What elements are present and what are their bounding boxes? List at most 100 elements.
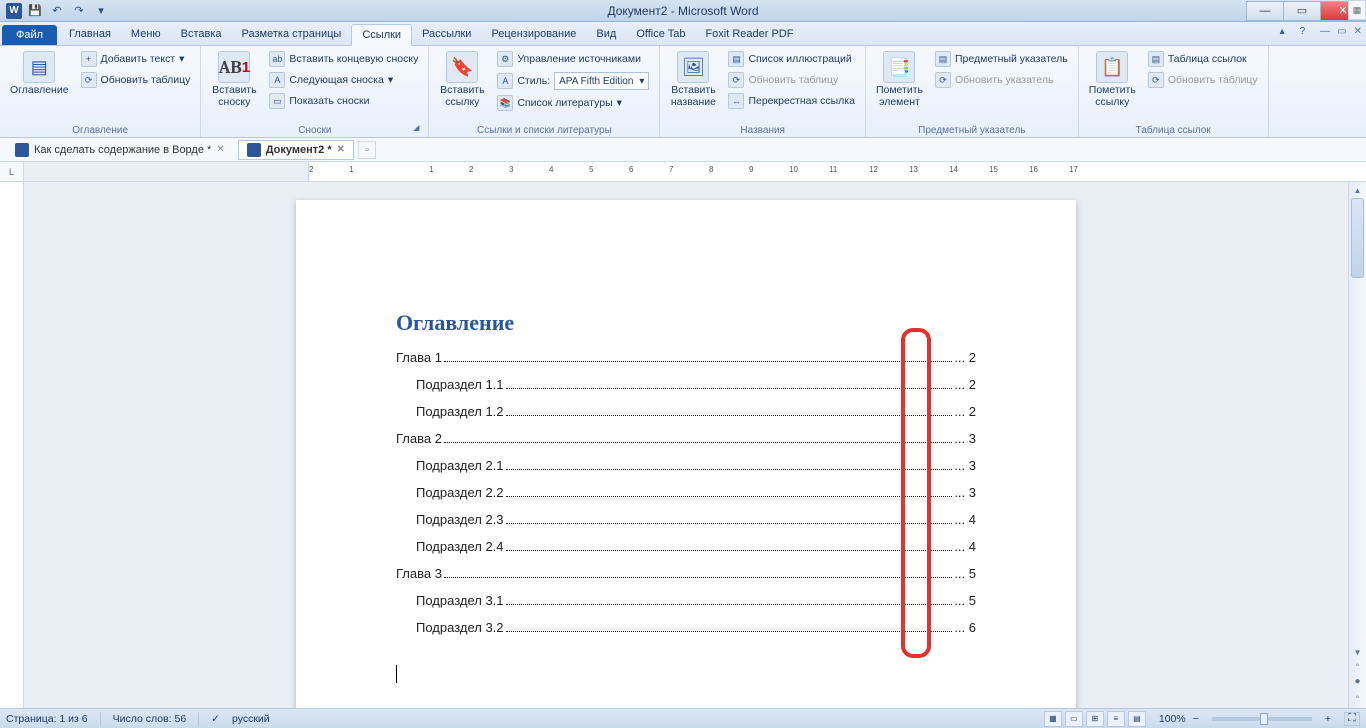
language-indicator[interactable]: русский bbox=[232, 713, 270, 725]
toc-entry[interactable]: Подраздел 3.1... 5 bbox=[396, 593, 976, 608]
toc-entry[interactable]: Подраздел 2.4... 4 bbox=[396, 539, 976, 554]
help-icon[interactable]: ? bbox=[1300, 26, 1306, 37]
toc-entry[interactable]: Глава 2... 3 bbox=[396, 431, 976, 446]
style-dropdown[interactable]: APA Fifth Edition▾ bbox=[554, 72, 649, 90]
proofing-icon[interactable]: ✓ bbox=[211, 713, 220, 725]
mdi-controls: ▴ ? — ▭ ✕ bbox=[1280, 26, 1362, 37]
mdi-restore-icon[interactable]: ▭ bbox=[1337, 26, 1346, 37]
qat-customize-icon[interactable]: ▾ bbox=[92, 2, 110, 20]
toc-button[interactable]: ▤ Оглавление bbox=[6, 49, 73, 123]
toc-entry[interactable]: Подраздел 1.1... 2 bbox=[396, 377, 976, 392]
redo-icon[interactable]: ↷ bbox=[70, 2, 88, 20]
maximize-button[interactable]: ▭ bbox=[1283, 1, 1321, 21]
undo-icon[interactable]: ↶ bbox=[48, 2, 66, 20]
horizontal-ruler[interactable]: 211234567891011121314151617 bbox=[308, 162, 1366, 181]
style-combo[interactable]: AСтиль: APA Fifth Edition▾ bbox=[493, 70, 653, 92]
toc-entry[interactable]: Глава 3... 5 bbox=[396, 566, 976, 581]
dialog-launcher-icon[interactable]: ◢ bbox=[410, 123, 422, 135]
cross-reference-button[interactable]: ↔Перекрестная ссылка bbox=[724, 91, 858, 111]
ribbon-tab-6[interactable]: Рецензирование bbox=[481, 24, 586, 45]
bibliography-button[interactable]: 📚Список литературы ▾ bbox=[493, 93, 653, 113]
toc-entry[interactable]: Подраздел 2.2... 3 bbox=[396, 485, 976, 500]
ribbon-tab-7[interactable]: Вид bbox=[586, 24, 626, 45]
show-notes-icon: ▭ bbox=[269, 93, 285, 109]
insert-footnote-button[interactable]: AB1 Вставить сноску bbox=[207, 49, 261, 123]
ribbon-minimize-icon[interactable]: ▴ bbox=[1280, 26, 1285, 37]
mdi-close-icon[interactable]: ✕ bbox=[1354, 26, 1362, 37]
ribbon-tab-5[interactable]: Рассылки bbox=[412, 24, 481, 45]
document-viewport[interactable]: Оглавление Глава 1... 2Подраздел 1.1... … bbox=[24, 182, 1348, 708]
update-index-button[interactable]: ⟳Обновить указатель bbox=[931, 70, 1072, 90]
mdi-minimize-icon[interactable]: — bbox=[1320, 26, 1330, 37]
ribbon-tab-1[interactable]: Меню bbox=[121, 24, 171, 45]
insert-caption-button[interactable]: 🖼 Вставить название bbox=[666, 49, 720, 123]
show-notes-button[interactable]: ▭Показать сноски bbox=[265, 91, 422, 111]
browse-object-icon[interactable]: ● bbox=[1354, 676, 1360, 692]
doc-tab-2[interactable]: Документ2 *✕ bbox=[238, 140, 354, 160]
minimize-button[interactable]: — bbox=[1246, 1, 1284, 21]
manage-sources-icon: ⚙ bbox=[497, 51, 513, 67]
prev-page-icon[interactable]: ◦ bbox=[1356, 660, 1360, 676]
word-app-icon[interactable]: W bbox=[6, 3, 22, 19]
insert-index-button[interactable]: ▤Предметный указатель bbox=[931, 49, 1072, 69]
save-icon[interactable]: 💾 bbox=[26, 2, 44, 20]
next-page-icon[interactable]: ◦ bbox=[1356, 692, 1360, 708]
refresh-icon: ⟳ bbox=[1148, 72, 1164, 88]
close-tab-icon[interactable]: ✕ bbox=[337, 144, 345, 155]
group-captions: 🖼 Вставить название ▤Список иллюстраций … bbox=[660, 46, 865, 137]
zoom-out-button[interactable]: − bbox=[1189, 713, 1203, 725]
update-table-button[interactable]: ⟳Обновить таблицу bbox=[77, 70, 195, 90]
zoom-slider-knob[interactable] bbox=[1260, 713, 1268, 725]
manage-sources-button[interactable]: ⚙Управление источниками bbox=[493, 49, 653, 69]
page-indicator[interactable]: Страница: 1 из 6 bbox=[6, 713, 88, 725]
insert-citation-button[interactable]: 🔖 Вставить ссылку bbox=[435, 49, 489, 123]
ribbon-tab-4[interactable]: Ссылки bbox=[351, 24, 412, 46]
ribbon-tab-9[interactable]: Foxit Reader PDF bbox=[695, 24, 803, 45]
draft-view-icon[interactable]: ▤ bbox=[1128, 711, 1146, 727]
ribbon-tab-8[interactable]: Office Tab bbox=[626, 24, 695, 45]
vertical-ruler[interactable] bbox=[0, 182, 24, 708]
caption-icon: 🖼 bbox=[677, 51, 709, 83]
toc-entry[interactable]: Глава 1... 2 bbox=[396, 350, 976, 365]
add-text-button[interactable]: +Добавить текст ▾ bbox=[77, 49, 195, 69]
ruler-toggle-icon[interactable]: ▦ bbox=[1348, 0, 1366, 20]
tab-selector[interactable]: L bbox=[0, 162, 24, 181]
mark-entry-button[interactable]: 📑 Пометить элемент bbox=[872, 49, 927, 123]
ribbon-tab-2[interactable]: Вставка bbox=[171, 24, 232, 45]
zoom-in-button[interactable]: + bbox=[1321, 713, 1335, 725]
web-layout-view-icon[interactable]: ⊞ bbox=[1086, 711, 1104, 727]
scroll-up-icon[interactable]: ▲ bbox=[1349, 182, 1366, 198]
ribbon-tab-0[interactable]: Главная bbox=[59, 24, 121, 45]
insert-endnote-button[interactable]: abВставить концевую сноску bbox=[265, 49, 422, 69]
new-doc-tab-button[interactable]: ▫ bbox=[358, 141, 376, 159]
fullscreen-reading-view-icon[interactable]: ▭ bbox=[1065, 711, 1083, 727]
fullscreen-toggle-icon[interactable]: ⛶ bbox=[1344, 712, 1360, 726]
group-label: Таблица ссылок bbox=[1085, 123, 1262, 136]
table-of-figures-button[interactable]: ▤Список иллюстраций bbox=[724, 49, 858, 69]
document-page[interactable]: Оглавление Глава 1... 2Подраздел 1.1... … bbox=[296, 200, 1076, 708]
zoom-level[interactable]: 100% bbox=[1159, 713, 1186, 725]
insert-authorities-button[interactable]: ▤Таблица ссылок bbox=[1144, 49, 1262, 69]
ribbon-tab-3[interactable]: Разметка страницы bbox=[232, 24, 352, 45]
print-layout-view-icon[interactable]: ▦ bbox=[1044, 711, 1062, 727]
zoom-slider[interactable] bbox=[1212, 717, 1312, 721]
file-tab[interactable]: Файл bbox=[2, 25, 57, 45]
scroll-track[interactable] bbox=[1349, 198, 1366, 644]
close-tab-icon[interactable]: ✕ bbox=[216, 144, 224, 155]
update-figures-button[interactable]: ⟳Обновить таблицу bbox=[724, 70, 858, 90]
scroll-thumb[interactable] bbox=[1351, 198, 1364, 278]
toc-entry[interactable]: Подраздел 2.3... 4 bbox=[396, 512, 976, 527]
word-count[interactable]: Число слов: 56 bbox=[113, 713, 187, 725]
next-footnote-button[interactable]: AСледующая сноска ▾ bbox=[265, 70, 422, 90]
update-authorities-button[interactable]: ⟳Обновить таблицу bbox=[1144, 70, 1262, 90]
vertical-scrollbar[interactable]: ▲ ▼ ◦ ● ◦ bbox=[1348, 182, 1366, 708]
group-label: Оглавление bbox=[6, 123, 194, 136]
mark-citation-button[interactable]: 📋 Пометить ссылку bbox=[1085, 49, 1140, 123]
toc-entry[interactable]: Подраздел 3.2... 6 bbox=[396, 620, 976, 635]
doc-tab-1[interactable]: Как сделать содержание в Ворде *✕ bbox=[6, 140, 234, 160]
toc-entry[interactable]: Подраздел 2.1... 3 bbox=[396, 458, 976, 473]
group-citations: 🔖 Вставить ссылку ⚙Управление источникам… bbox=[429, 46, 660, 137]
toc-entry[interactable]: Подраздел 1.2... 2 bbox=[396, 404, 976, 419]
scroll-down-icon[interactable]: ▼ bbox=[1349, 644, 1366, 660]
outline-view-icon[interactable]: ≡ bbox=[1107, 711, 1125, 727]
